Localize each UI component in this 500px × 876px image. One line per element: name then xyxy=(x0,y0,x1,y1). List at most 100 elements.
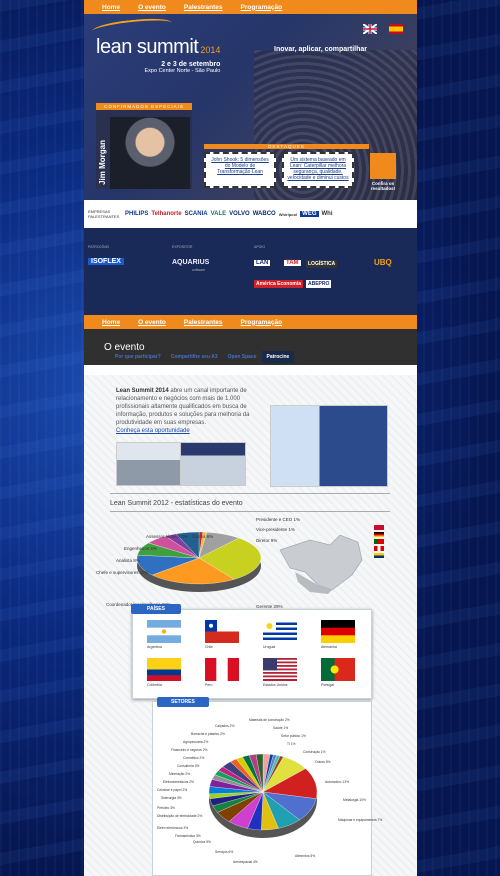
america-economia-logo: América Economia xyxy=(254,280,304,288)
stats-title: Lean Summit 2012 - estatísticas do event… xyxy=(110,500,243,507)
tab-open-space[interactable]: Open Space xyxy=(223,351,262,363)
sponsor-logo: PHILIPS xyxy=(125,211,149,217)
peru-flag-icon xyxy=(205,658,239,681)
pie-data-label: Materiais de construção 2% xyxy=(249,718,290,722)
pie-data-label: Eletro eletrônicos 3% xyxy=(157,826,189,830)
a3-label: Confira os resultados! xyxy=(370,181,396,191)
event-date: 2 e 3 de setembro xyxy=(161,61,221,68)
pie-data-label: Analista 8% xyxy=(116,558,140,563)
pie-data-label: Construção 1% xyxy=(303,750,326,754)
pie-data-label: Automotivo 13% xyxy=(325,780,350,784)
nav-o-evento[interactable]: O evento xyxy=(138,319,166,326)
country-name: Argentina xyxy=(147,645,162,649)
divider xyxy=(110,511,390,512)
confirmed-speaker-card[interactable]: CONFIRMADOS ESPECIAIS Jim Morgan xyxy=(96,103,192,189)
highlight-link-1[interactable]: John Shook: 5 dimensões do Modelo de Tra… xyxy=(204,152,276,188)
nav-programacao[interactable]: Programação xyxy=(241,4,283,11)
pie-data-label: Siderurgia 3% xyxy=(161,796,182,800)
event-photo[interactable] xyxy=(270,405,388,487)
booth-photo-2[interactable] xyxy=(180,442,246,486)
nav-palestrantes[interactable]: Palestrantes xyxy=(184,319,223,326)
pie-data-label: Saúde 1% xyxy=(273,726,289,730)
sectors-box: SETORES Materiais de construção 2% Saúde … xyxy=(152,697,382,876)
top-nav: Home O evento Palestrantes Programação xyxy=(84,0,417,14)
nav-programacao[interactable]: Programação xyxy=(241,319,283,326)
pie-data-label: Mineração 2% xyxy=(169,772,191,776)
speaker-name: Jim Morgan xyxy=(98,140,107,185)
site-header: Home O evento Palestrantes Programação l… xyxy=(84,0,417,318)
country-name: Uruguai xyxy=(263,645,276,649)
logo-text: lean summit xyxy=(96,36,199,58)
isoflex-logo: ISOFLEX xyxy=(88,258,124,265)
ubq-logo: UBQ xyxy=(374,258,392,267)
sponsors-label: EMPRESAS PALESTRANTES xyxy=(88,209,120,219)
pie-data-label: Financeiro e seguros 2% xyxy=(171,748,208,752)
pie-data-label: Cosmético 2% xyxy=(183,756,205,760)
colombia-flag-icon xyxy=(147,658,181,681)
tab-compartilhe-a3[interactable]: Compartilhe seu A3 xyxy=(166,351,223,363)
usa-flag-icon xyxy=(263,658,297,681)
pie-data-label: Outros 6% xyxy=(192,534,214,539)
aquarius-sub: software xyxy=(192,268,206,272)
pie-data-label: Química 5% xyxy=(193,840,211,844)
pie-data-label: Calçados 2% xyxy=(215,724,235,728)
flag-icon xyxy=(374,553,384,558)
content-nav: Home O evento Palestrantes Programação xyxy=(84,315,417,329)
nav-palestrantes[interactable]: Palestrantes xyxy=(184,4,223,11)
tam-logo: TAM xyxy=(284,260,301,266)
tab-por-que-participar[interactable]: Por que participar? xyxy=(110,351,166,363)
sub-tabs: Por que participar? Compartilhe seu A3 O… xyxy=(110,351,295,363)
nav-o-evento[interactable]: O evento xyxy=(138,4,166,11)
main-content: Home O evento Palestrantes Programação O… xyxy=(84,315,417,876)
a3-icon xyxy=(370,153,396,179)
pie-data-label: Assessor técnico 3% xyxy=(146,534,188,539)
tab-patrocine[interactable]: Patrocine xyxy=(261,351,295,363)
logo-year: 2014 xyxy=(200,45,221,55)
pie-data-label: Outros 8% xyxy=(315,760,331,764)
lan-logo: LAN xyxy=(254,260,271,266)
nav-home[interactable]: Home xyxy=(102,319,120,326)
countries-title: PAÍSES xyxy=(131,604,181,614)
tagline: Inovar, aplicar, compartilhar xyxy=(274,46,367,53)
sponsor-logo: Telhanorte xyxy=(151,211,182,217)
booth-photo-1[interactable] xyxy=(116,442,182,486)
country-name: Chile xyxy=(205,645,213,649)
highlights-label: DESTAQUES xyxy=(204,144,369,149)
content-body: Lean Summit 2014 abre um canal important… xyxy=(84,375,417,876)
pie-data-label: Aeroespacial 4% xyxy=(233,860,258,864)
chile-flag-icon xyxy=(205,620,239,643)
country-name: Alemanha xyxy=(321,645,337,649)
country-name: Colômbia xyxy=(147,683,162,687)
sponsor-logo: VALE xyxy=(210,211,227,217)
english-flag-icon[interactable] xyxy=(363,24,377,34)
aquarius-logo: AQUARIUS xyxy=(172,259,210,266)
spanish-flag-icon[interactable] xyxy=(389,24,403,34)
germany-flag-icon xyxy=(321,620,355,643)
sponsor-logo: VOLVO xyxy=(229,211,250,217)
intro-text: Lean Summit 2014 abre um canal important… xyxy=(116,387,266,436)
flag-icon xyxy=(374,532,384,537)
uruguay-flag-icon xyxy=(263,620,297,643)
sponsor-logo: SCANIA xyxy=(184,211,208,217)
sponsor-logo: Whirlpool xyxy=(278,211,298,217)
sponsor-logo: WABCO xyxy=(252,211,276,217)
country-name: Portugal xyxy=(321,683,335,687)
sectors-title: SETORES xyxy=(157,697,209,707)
sponsor-logo: WEG xyxy=(300,211,319,217)
pie-data-label: Engenheiros 6% xyxy=(124,546,158,551)
pie-data-label: Agropecuária 2% xyxy=(183,740,209,744)
pie-data-label: Farmacêutica 3% xyxy=(175,834,201,838)
nav-home[interactable]: Home xyxy=(102,4,120,11)
pie-data-label: Consultoria 3% xyxy=(177,764,200,768)
event-logo[interactable]: lean summit 2014 2 e 3 de setembro Expo C… xyxy=(96,22,220,74)
argentina-flag-icon xyxy=(147,620,181,643)
event-venue: Expo Center Norte - São Paulo xyxy=(144,68,221,74)
a3-results-button[interactable]: Confira os resultados! xyxy=(368,153,398,191)
flag-icon xyxy=(374,546,384,551)
expositor-label: EXPOSITOR xyxy=(172,245,193,249)
intro-link[interactable]: Conheça esta oportunidade xyxy=(116,428,190,434)
logistica-logo: LOGÍSTICA xyxy=(306,260,338,268)
highlight-link-2[interactable]: Um sistema baseado em Lean: Caterpillar … xyxy=(282,152,354,188)
pie-data-label: Petróleo 3% xyxy=(157,806,175,810)
speaker-photo xyxy=(110,117,190,189)
